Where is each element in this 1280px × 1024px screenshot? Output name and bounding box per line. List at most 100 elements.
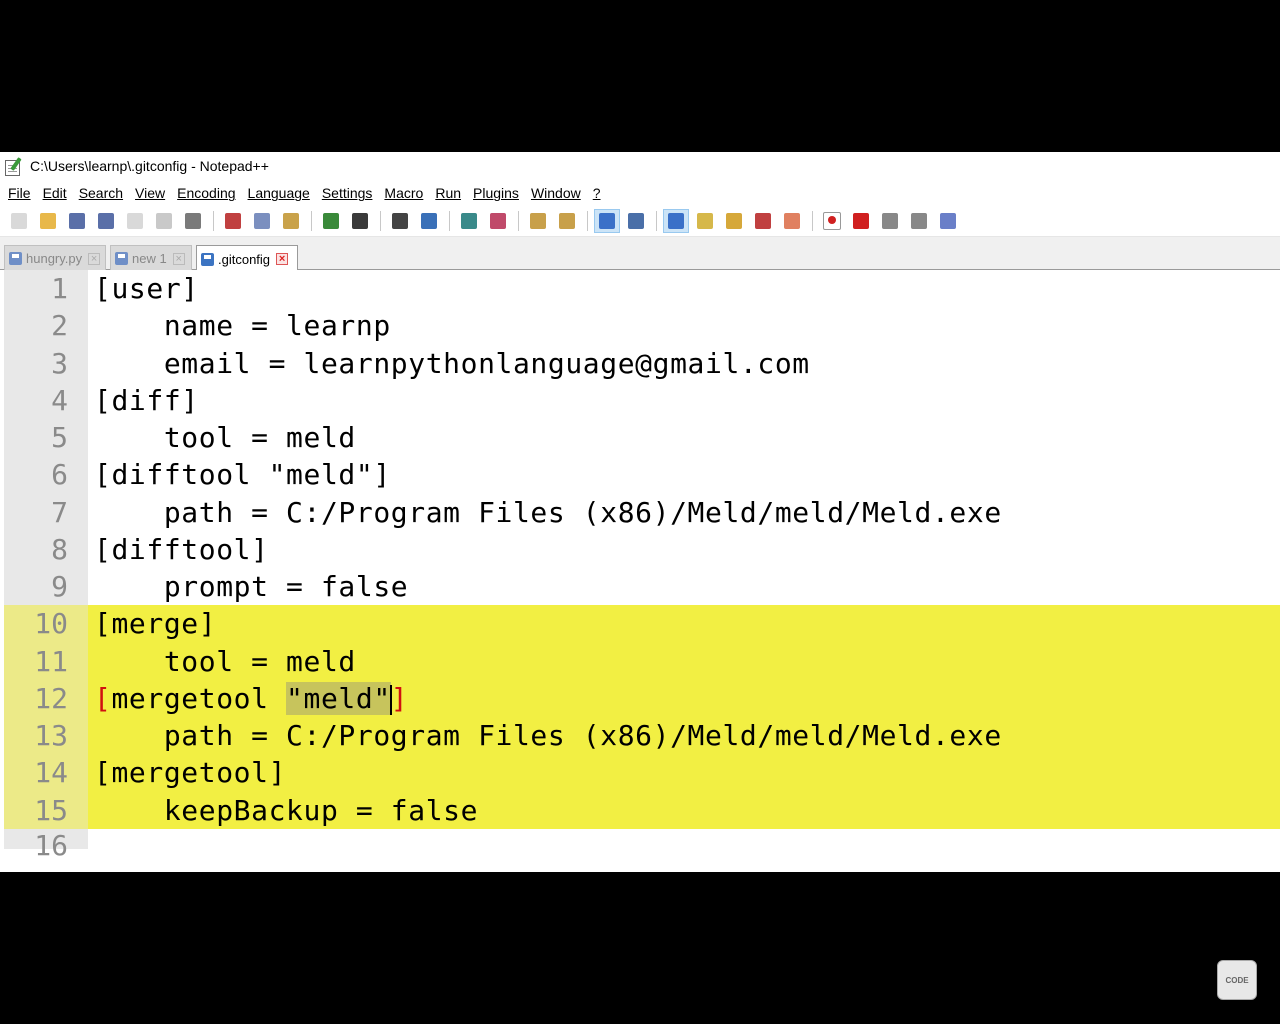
menu-macro[interactable]: Macro bbox=[378, 185, 429, 201]
line-text: prompt = false bbox=[94, 570, 409, 604]
tab-gitconfig[interactable]: .gitconfig × bbox=[196, 245, 298, 272]
tab-label: new 1 bbox=[132, 251, 167, 266]
sync-horizontal-button[interactable] bbox=[554, 209, 580, 233]
menu-file[interactable]: File bbox=[2, 185, 37, 201]
code-line[interactable]: 13 path = C:/Program Files (x86)/Meld/me… bbox=[4, 717, 1280, 755]
word-wrap-button[interactable] bbox=[594, 209, 620, 233]
close-tab-icon[interactable]: × bbox=[276, 253, 289, 265]
line-number: 15 bbox=[4, 791, 88, 829]
menu-search[interactable]: Search bbox=[73, 185, 129, 201]
close-tab-icon[interactable]: × bbox=[88, 252, 101, 265]
indent-guide-button[interactable] bbox=[663, 209, 689, 233]
code-line[interactable]: 8 [difftool] bbox=[4, 530, 1280, 568]
code-line[interactable]: 11 tool = meld bbox=[4, 642, 1280, 680]
stop-macro-icon bbox=[853, 213, 869, 229]
folder-workspace-button[interactable] bbox=[750, 209, 776, 233]
paste-icon bbox=[283, 213, 299, 229]
code-line[interactable]: 4 [diff] bbox=[4, 381, 1280, 419]
code-line[interactable]: 2 name = learnp bbox=[4, 307, 1280, 345]
line-text: keepBackup = false bbox=[94, 793, 479, 827]
menu-plugins[interactable]: Plugins bbox=[467, 185, 525, 201]
menu-help[interactable]: ? bbox=[587, 185, 607, 201]
folder-workspace-icon bbox=[755, 213, 771, 229]
notepadpp-window: C:\Users\learnp\.gitconfig - Notepad++ F… bbox=[0, 152, 1280, 872]
toolbar-separator bbox=[380, 211, 381, 231]
zoom-out-button[interactable] bbox=[485, 209, 511, 233]
doc-map-icon bbox=[697, 213, 713, 229]
run-macro-multiple-button[interactable] bbox=[906, 209, 932, 233]
save-all-button[interactable] bbox=[93, 209, 119, 233]
zoom-in-button[interactable] bbox=[456, 209, 482, 233]
line-number: 14 bbox=[4, 754, 88, 792]
close-all-button[interactable] bbox=[151, 209, 177, 233]
line-number: 6 bbox=[4, 456, 88, 494]
replace-button[interactable] bbox=[416, 209, 442, 233]
code-line[interactable]: 7 path = C:/Program Files (x86)/Meld/mel… bbox=[4, 493, 1280, 531]
code-line[interactable]: 6 [difftool "meld"] bbox=[4, 456, 1280, 494]
copy-button[interactable] bbox=[249, 209, 275, 233]
line-number: 3 bbox=[4, 344, 88, 382]
menu-window[interactable]: Window bbox=[525, 185, 587, 201]
code-line[interactable]: 15 keepBackup = false bbox=[4, 791, 1280, 829]
file-icon bbox=[9, 252, 22, 265]
code-line[interactable]: 12 [mergetool "meld"] bbox=[4, 679, 1280, 717]
line-text: email = learnpythonlanguage@gmail.com bbox=[94, 346, 810, 380]
menu-view[interactable]: View bbox=[129, 185, 171, 201]
brace-match-close: ] bbox=[390, 681, 409, 715]
save-macro-button[interactable] bbox=[935, 209, 961, 233]
close-tab-icon[interactable]: × bbox=[172, 252, 185, 265]
undo-button[interactable] bbox=[318, 209, 344, 233]
line-text-segment: mergetool bbox=[111, 681, 287, 715]
menu-settings[interactable]: Settings bbox=[316, 185, 379, 201]
show-all-chars-button[interactable] bbox=[623, 209, 649, 233]
editor-area[interactable]: 1 [user] 2 name = learnp 3 email = learnpyt… bbox=[0, 270, 1280, 872]
redo-icon bbox=[352, 213, 368, 229]
paste-button[interactable] bbox=[278, 209, 304, 233]
save-macro-icon bbox=[940, 213, 956, 229]
play-macro-button[interactable] bbox=[877, 209, 903, 233]
code-line[interactable]: 14 [mergetool] bbox=[4, 754, 1280, 792]
find-button[interactable] bbox=[387, 209, 413, 233]
tab-new-1[interactable]: new 1 × bbox=[110, 245, 192, 271]
record-macro-button[interactable] bbox=[819, 209, 845, 233]
line-number: 9 bbox=[4, 568, 88, 606]
function-list-button[interactable] bbox=[721, 209, 747, 233]
doc-map-button[interactable] bbox=[692, 209, 718, 233]
word-wrap-icon bbox=[599, 213, 615, 229]
redo-button[interactable] bbox=[347, 209, 373, 233]
open-file-button[interactable] bbox=[35, 209, 61, 233]
menu-language[interactable]: Language bbox=[242, 185, 316, 201]
cut-button[interactable] bbox=[220, 209, 246, 233]
tab-label: hungry.py bbox=[26, 251, 83, 266]
code-line[interactable]: 16 bbox=[4, 828, 1280, 862]
stop-macro-button[interactable] bbox=[848, 209, 874, 233]
code-line[interactable]: 9 prompt = false bbox=[4, 568, 1280, 606]
save-button[interactable] bbox=[64, 209, 90, 233]
sync-vertical-icon bbox=[530, 213, 546, 229]
menu-edit[interactable]: Edit bbox=[37, 185, 73, 201]
line-number: 5 bbox=[4, 419, 88, 457]
monitor-button[interactable] bbox=[779, 209, 805, 233]
toolbar-separator bbox=[587, 211, 588, 231]
title-bar: C:\Users\learnp\.gitconfig - Notepad++ bbox=[0, 152, 1280, 180]
new-file-button[interactable] bbox=[6, 209, 32, 233]
code-line[interactable]: 3 email = learnpythonlanguage@gmail.com bbox=[4, 344, 1280, 382]
close-all-icon bbox=[156, 213, 172, 229]
line-text: [difftool] bbox=[94, 532, 269, 566]
code-line[interactable]: 5 tool = meld bbox=[4, 419, 1280, 457]
menu-encoding[interactable]: Encoding bbox=[171, 185, 241, 201]
code-line[interactable]: 10 [merge] bbox=[4, 605, 1280, 643]
line-text: [diff] bbox=[94, 383, 199, 417]
tab-hungry-py[interactable]: hungry.py × bbox=[4, 245, 106, 271]
save-all-icon bbox=[98, 213, 114, 229]
line-text: [difftool "meld"] bbox=[94, 458, 391, 492]
toolbar-separator bbox=[656, 211, 657, 231]
undo-icon bbox=[323, 213, 339, 229]
copy-icon bbox=[254, 213, 270, 229]
sync-vertical-button[interactable] bbox=[525, 209, 551, 233]
print-button[interactable] bbox=[180, 209, 206, 233]
code-line[interactable]: 1 [user] bbox=[4, 270, 1280, 308]
tab-bar: hungry.py × new 1 × .gitconfig × bbox=[0, 237, 1280, 272]
menu-run[interactable]: Run bbox=[429, 185, 467, 201]
close-button[interactable] bbox=[122, 209, 148, 233]
